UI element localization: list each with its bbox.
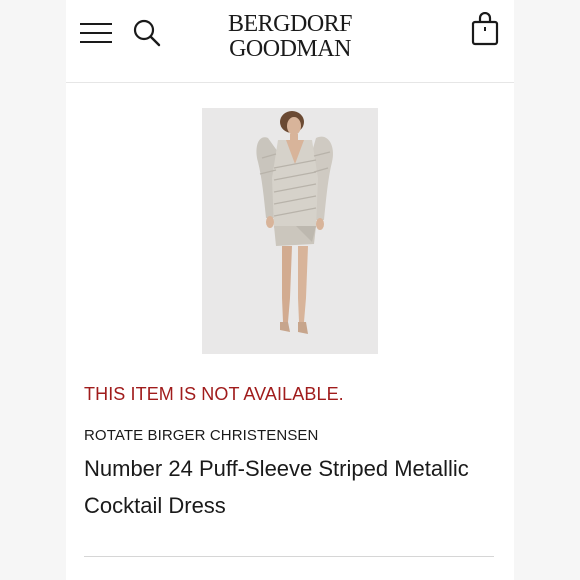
site-header: BERGDORF GOODMAN [66, 0, 514, 83]
designer-name[interactable]: ROTATE BIRGER CHRISTENSEN [84, 427, 318, 444]
hamburger-menu-icon[interactable] [80, 21, 114, 45]
logo-line-2: GOODMAN [229, 36, 351, 62]
logo-line-1: BERGDORF [227, 11, 353, 37]
product-title: Number 24 Puff-Sleeve Striped Metallic C… [84, 456, 469, 518]
shopping-bag-icon[interactable] [470, 11, 500, 46]
product-image[interactable] [202, 108, 378, 354]
product-page: BERGDORF GOODMAN THIS ITEM IS NOT AVAILA… [66, 0, 514, 580]
brand-logo[interactable]: BERGDORF GOODMAN [226, 12, 354, 62]
right-margin [514, 0, 580, 580]
divider [84, 556, 494, 557]
model-dress-illustration [202, 108, 378, 354]
search-icon[interactable] [132, 18, 162, 48]
availability-status: THIS ITEM IS NOT AVAILABLE. [84, 384, 344, 404]
left-margin [0, 0, 66, 580]
